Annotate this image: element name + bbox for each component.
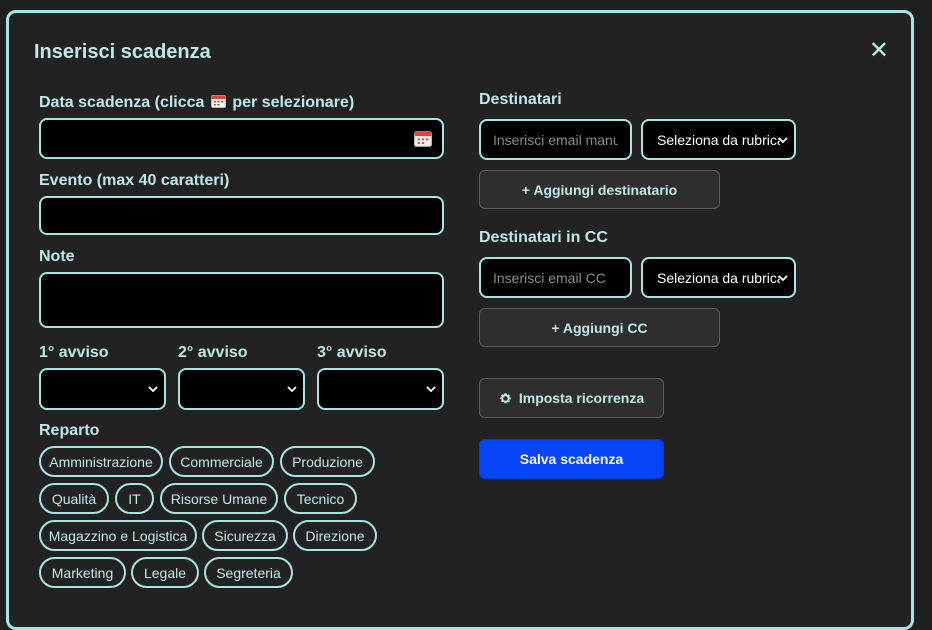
chevron-down-icon — [426, 386, 436, 393]
modal-title: Inserisci scadenza — [34, 41, 211, 63]
deadline-modal: Inserisci scadenza ✕ Data scadenza (clic… — [6, 10, 914, 630]
gear-icon — [499, 392, 511, 403]
cc-label: Destinatari in CC — [479, 229, 608, 246]
reminder-1-select[interactable] — [39, 368, 166, 410]
date-label-post: per selezionare) — [232, 94, 355, 111]
recipients-label: Destinatari — [479, 91, 562, 108]
department-chip[interactable]: Magazzino e Logistica — [39, 520, 197, 551]
department-chip[interactable]: Commerciale — [169, 446, 274, 477]
cc-email-input[interactable] — [481, 259, 630, 296]
department-label: Reparto — [39, 422, 100, 439]
reminder-3-label: 3° avviso — [317, 344, 387, 361]
recurrence-label: Imposta ricorrenza — [518, 390, 645, 406]
department-chip[interactable]: Sicurezza — [202, 520, 288, 551]
department-chip[interactable]: Tecnico — [284, 483, 357, 514]
date-label-pre: Data scadenza (clicca — [39, 94, 205, 111]
notes-field[interactable] — [39, 272, 444, 328]
save-button[interactable]: Salva scadenza — [479, 439, 664, 479]
department-chip[interactable]: Risorse Umane — [160, 483, 278, 514]
calendar-icon — [210, 95, 226, 108]
chevron-down-icon — [148, 386, 158, 393]
cc-addressbook-value: Seleziona da rubrica — [657, 269, 780, 286]
department-chip[interactable]: IT — [115, 483, 154, 514]
date-input[interactable] — [41, 120, 442, 157]
date-field[interactable] — [39, 118, 444, 159]
reminder-2-label: 2° avviso — [178, 344, 248, 361]
close-icon[interactable]: ✕ — [869, 39, 889, 63]
event-field[interactable] — [39, 196, 444, 235]
cc-addressbook-select[interactable]: Seleziona da rubrica — [641, 257, 796, 298]
notes-textarea[interactable] — [41, 274, 442, 326]
department-chip[interactable]: Qualità — [39, 483, 109, 514]
recipient-email-input[interactable] — [481, 121, 630, 158]
department-chip[interactable]: Segreteria — [204, 557, 293, 588]
recipient-addressbook-select[interactable]: Seleziona da rubrica — [641, 119, 796, 160]
calendar-icon[interactable] — [414, 130, 432, 147]
notes-label: Note — [39, 248, 75, 265]
department-chip[interactable]: Marketing — [39, 557, 126, 588]
reminder-2-select[interactable] — [178, 368, 305, 410]
department-chip[interactable]: Produzione — [280, 446, 375, 477]
reminder-1-label: 1° avviso — [39, 344, 109, 361]
event-input[interactable] — [41, 198, 442, 233]
recipient-email-field[interactable] — [479, 119, 632, 160]
department-chip[interactable]: Amministrazione — [39, 446, 163, 477]
chevron-down-icon — [778, 274, 788, 281]
add-cc-button[interactable]: + Aggiungi CC — [479, 308, 720, 347]
reminder-3-select[interactable] — [317, 368, 444, 410]
chevron-down-icon — [287, 386, 297, 393]
recipient-addressbook-value: Seleziona da rubrica — [657, 131, 780, 148]
chevron-down-icon — [778, 136, 788, 143]
cc-email-field[interactable] — [479, 257, 632, 298]
add-recipient-button[interactable]: + Aggiungi destinatario — [479, 170, 720, 209]
event-label: Evento (max 40 caratteri) — [39, 172, 230, 189]
date-label: Data scadenza (clicca per selezionare) — [39, 94, 354, 112]
recurrence-button[interactable]: Imposta ricorrenza — [479, 378, 664, 418]
department-chip[interactable]: Legale — [131, 557, 199, 588]
department-chip[interactable]: Direzione — [293, 520, 377, 551]
